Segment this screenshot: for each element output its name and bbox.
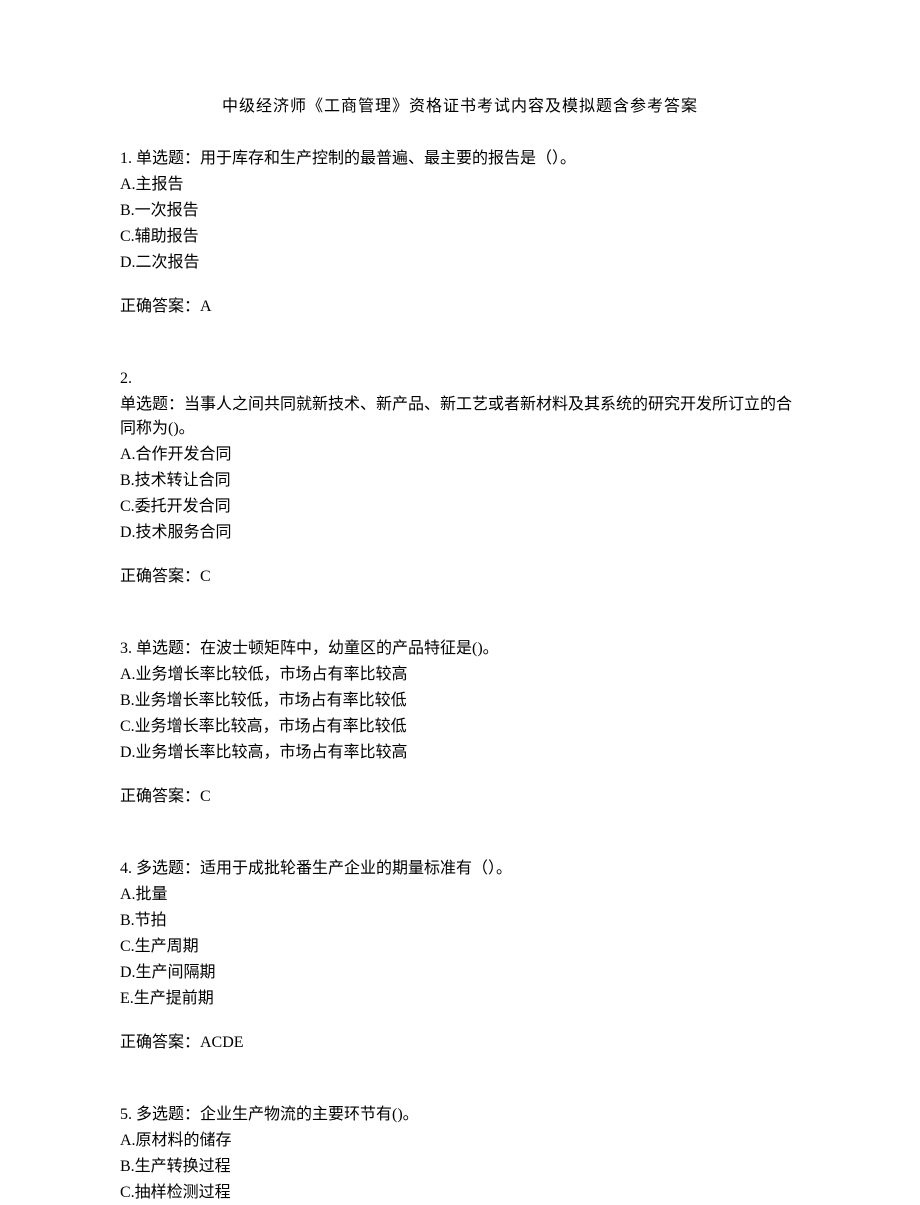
question-number: 1. [120,150,136,167]
question-2: 2. 单选题：当事人之间共同就新技术、新产品、新工艺或者新材料及其系统的研究开发… [120,367,800,589]
option-b: B.生产转换过程 [120,1155,800,1179]
question-1: 1. 单选题：用于库存和生产控制的最普遍、最主要的报告是（）。 A.主报告 B.… [120,147,800,319]
option-c: C.业务增长率比较高，市场占有率比较低 [120,715,800,739]
document-title: 中级经济师《工商管理》资格证书考试内容及模拟题含参考答案 [120,95,800,119]
question-content: 多选题：企业生产物流的主要环节有()。 [136,1106,419,1123]
answer: 正确答案：C [120,565,800,589]
question-5: 5. 多选题：企业生产物流的主要环节有()。 A.原材料的储存 B.生产转换过程… [120,1103,800,1205]
question-number: 2. [120,367,800,391]
question-number: 5. [120,1106,136,1123]
option-c: C.生产周期 [120,935,800,959]
question-content: 单选题：在波士顿矩阵中，幼童区的产品特征是()。 [136,640,499,657]
answer: 正确答案：ACDE [120,1031,800,1055]
question-content: 多选题：适用于成批轮番生产企业的期量标准有（）。 [136,860,512,877]
option-c: C.辅助报告 [120,225,800,249]
option-d: D.业务增长率比较高，市场占有率比较高 [120,741,800,765]
option-a: A.主报告 [120,173,800,197]
question-number: 3. [120,640,136,657]
question-4: 4. 多选题：适用于成批轮番生产企业的期量标准有（）。 A.批量 B.节拍 C.… [120,857,800,1055]
option-c: C.委托开发合同 [120,495,800,519]
option-b: B.业务增长率比较低，市场占有率比较低 [120,689,800,713]
question-stem: 3. 单选题：在波士顿矩阵中，幼童区的产品特征是()。 [120,637,800,661]
question-stem: 单选题：当事人之间共同就新技术、新产品、新工艺或者新材料及其系统的研究开发所订立… [120,393,800,441]
question-number: 4. [120,860,136,877]
option-e: E.生产提前期 [120,987,800,1011]
option-d: D.生产间隔期 [120,961,800,985]
answer: 正确答案：A [120,295,800,319]
option-b: B.一次报告 [120,199,800,223]
question-3: 3. 单选题：在波士顿矩阵中，幼童区的产品特征是()。 A.业务增长率比较低，市… [120,637,800,809]
question-stem: 4. 多选题：适用于成批轮番生产企业的期量标准有（）。 [120,857,800,881]
option-a: A.合作开发合同 [120,443,800,467]
option-c: C.抽样检测过程 [120,1181,800,1205]
question-content: 单选题：用于库存和生产控制的最普遍、最主要的报告是（）。 [136,150,576,167]
option-b: B.节拍 [120,909,800,933]
question-stem: 1. 单选题：用于库存和生产控制的最普遍、最主要的报告是（）。 [120,147,800,171]
option-a: A.业务增长率比较低，市场占有率比较高 [120,663,800,687]
option-a: A.原材料的储存 [120,1129,800,1153]
option-a: A.批量 [120,883,800,907]
option-d: D.二次报告 [120,251,800,275]
option-b: B.技术转让合同 [120,469,800,493]
question-stem: 5. 多选题：企业生产物流的主要环节有()。 [120,1103,800,1127]
answer: 正确答案：C [120,785,800,809]
option-d: D.技术服务合同 [120,521,800,545]
